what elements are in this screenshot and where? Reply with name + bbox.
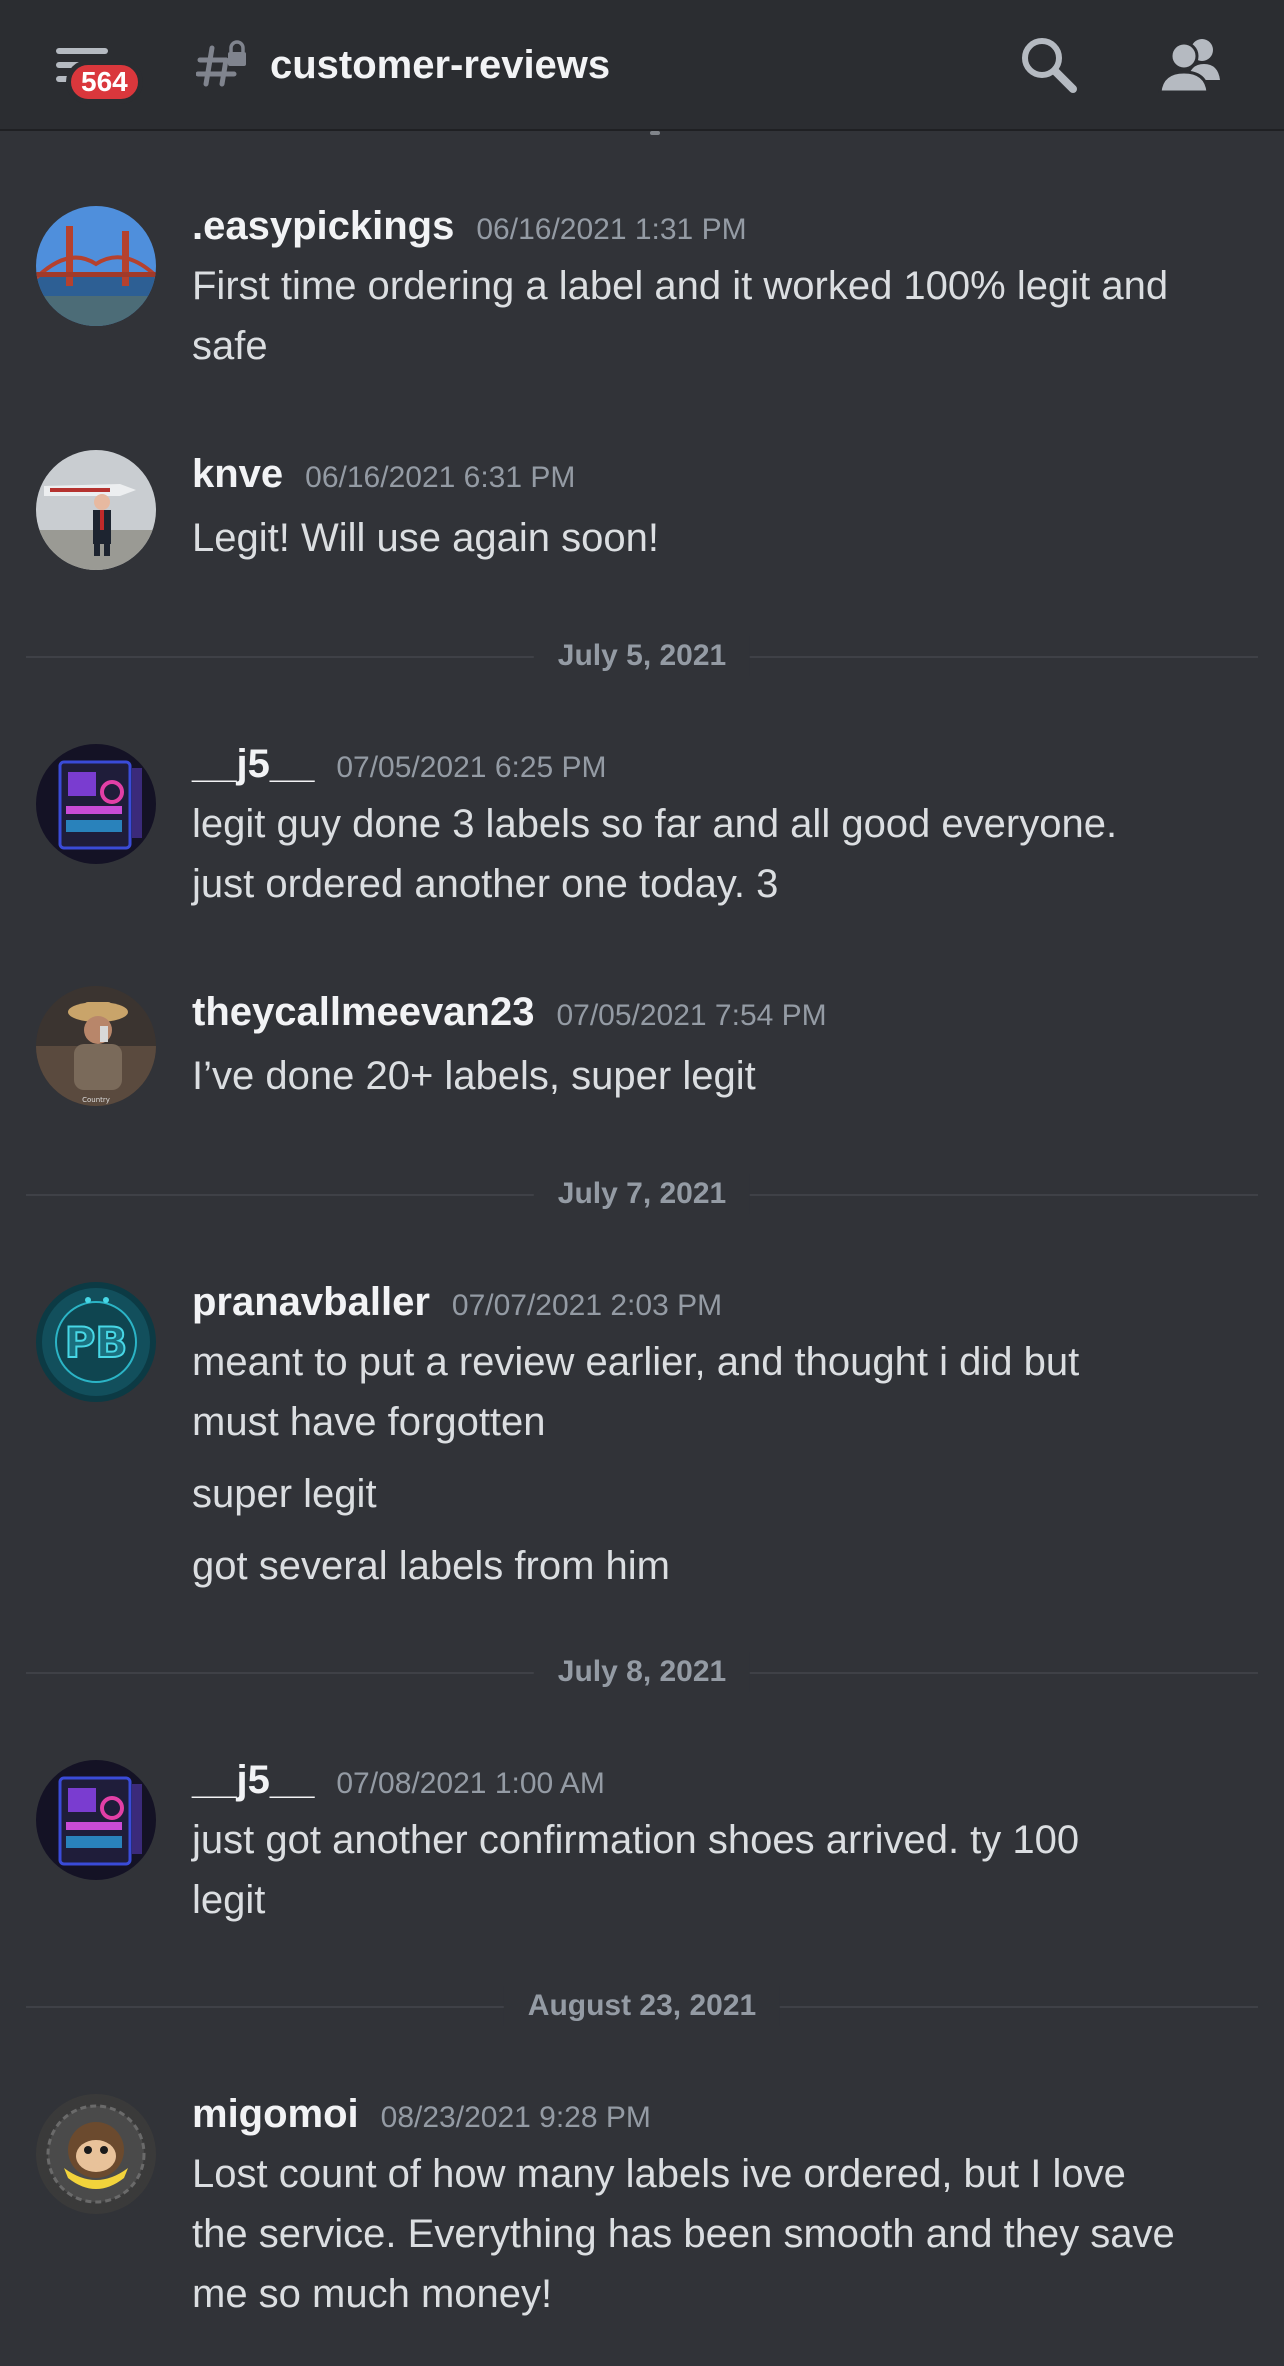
timestamp: 07/05/2021 6:25 PM [336, 751, 607, 784]
date-divider: July 8, 2021 [26, 1652, 1258, 1692]
avatar[interactable]: Country [36, 986, 156, 1106]
avatar[interactable] [36, 744, 156, 864]
message-text: Lost count of how many labels ive ordere… [192, 2152, 1126, 2196]
timestamp: 07/08/2021 1:00 AM [336, 1767, 605, 1800]
svg-text:Country: Country [82, 1096, 110, 1104]
message-text: First time ordering a label and it worke… [192, 264, 1169, 308]
author-name[interactable]: migomoi [192, 2092, 359, 2137]
message-text: legit guy done 3 labels so far and all g… [192, 802, 1118, 846]
members-button[interactable] [1158, 34, 1226, 96]
date-divider-label: July 8, 2021 [533, 1652, 751, 1692]
author-name[interactable]: __j5__ [192, 1758, 314, 1803]
timestamp: 08/23/2021 9:28 PM [380, 2101, 651, 2134]
timestamp: 07/07/2021 2:03 PM [451, 1289, 723, 1322]
scroll-indicator [650, 131, 660, 135]
avatar[interactable] [36, 450, 156, 570]
message-text: just ordered another one today. 3 [192, 862, 779, 906]
message-text: I’ve done 20+ labels, super legit [192, 1054, 756, 1098]
message-text: got several labels from him [192, 1544, 670, 1588]
message-text: me so much money! [192, 2272, 553, 2316]
author-name[interactable]: .easypickings [192, 204, 454, 249]
message-text: legit [192, 1878, 266, 1922]
avatar[interactable] [36, 206, 156, 326]
locked-channel-icon [195, 38, 248, 90]
author-name[interactable]: pranavballer [192, 1280, 430, 1325]
message-text: meant to put a review earlier, and thoug… [192, 1340, 1080, 1384]
svg-text:PB: PB [65, 1318, 128, 1367]
author-name[interactable]: knve [192, 452, 283, 497]
author-name[interactable]: __j5__ [192, 742, 314, 787]
author-name[interactable]: theycallmeevan23 [192, 990, 534, 1035]
message-text: super legit [192, 1472, 377, 1516]
date-divider: August 23, 2021 [26, 1986, 1258, 2026]
timestamp: 06/16/2021 1:31 PM [476, 213, 747, 246]
search-button[interactable] [1018, 34, 1080, 96]
date-divider: July 5, 2021 [26, 636, 1258, 676]
message-text: just got another confirmation shoes arri… [192, 1818, 1080, 1862]
date-divider-label: July 7, 2021 [533, 1174, 751, 1214]
avatar[interactable] [36, 1760, 156, 1880]
timestamp: 06/16/2021 6:31 PM [305, 461, 576, 494]
date-divider: July 7, 2021 [26, 1174, 1258, 1214]
message-text: safe [192, 324, 268, 368]
message-text: Legit! Will use again soon! [192, 516, 659, 560]
avatar[interactable] [36, 2094, 156, 2214]
timestamp: 07/05/2021 7:54 PM [556, 999, 827, 1032]
menu-bar [56, 48, 108, 54]
date-divider-label: August 23, 2021 [503, 1986, 781, 2026]
unread-badge: 564 [66, 60, 143, 104]
message-text: must have forgotten [192, 1400, 546, 1444]
date-divider-label: July 5, 2021 [533, 636, 751, 676]
members-icon [1158, 39, 1220, 94]
menu-button[interactable]: 564 [48, 42, 148, 106]
channel-title: customer-reviews [270, 43, 611, 87]
channel-header: 564 customer-reviews [0, 0, 1284, 131]
avatar[interactable]: PB [36, 1282, 156, 1402]
message-text: the service. Everything has been smooth … [192, 2212, 1175, 2256]
search-icon [1022, 38, 1077, 93]
